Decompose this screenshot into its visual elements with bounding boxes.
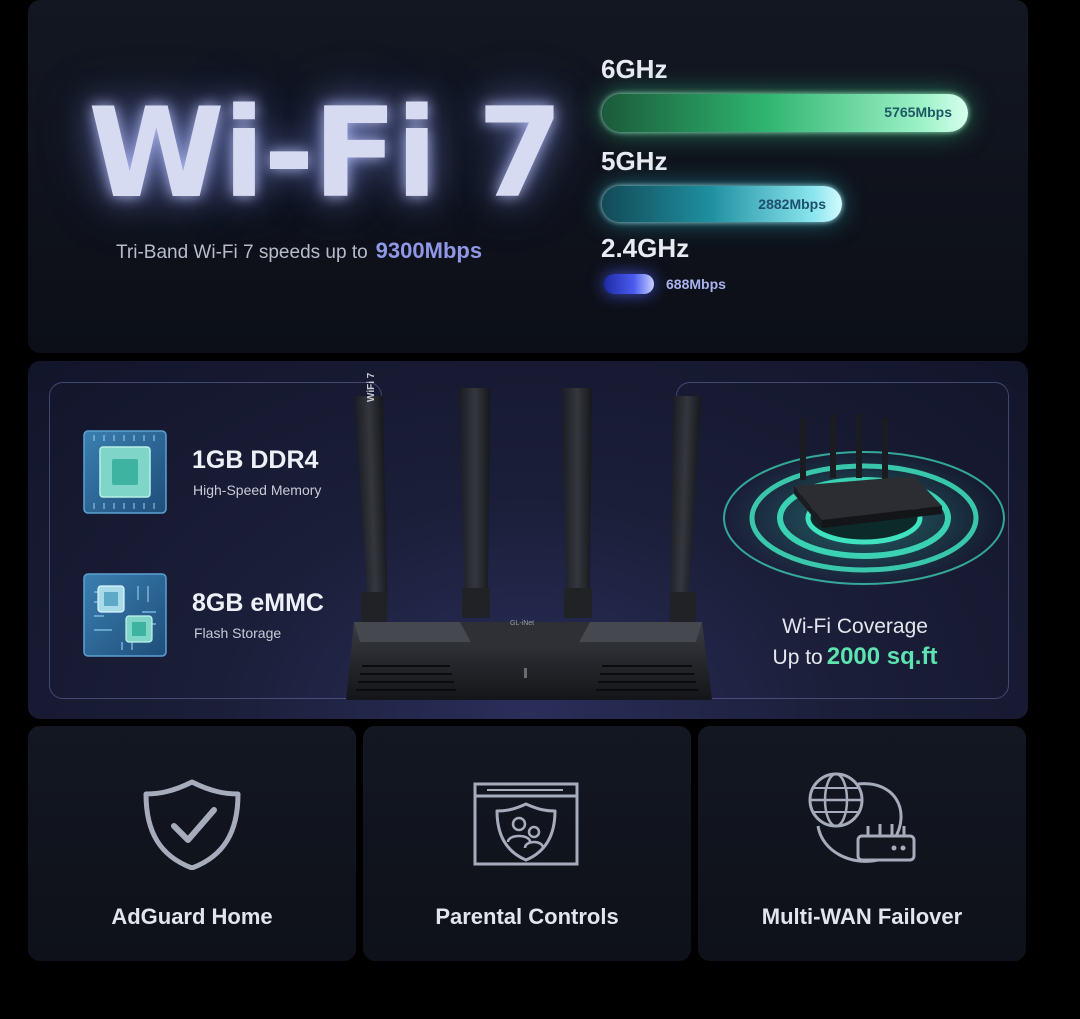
tagline-text: Tri-Band Wi-Fi 7 speeds up to (116, 242, 368, 263)
feature-card-multiwan: Multi-WAN Failover (698, 726, 1026, 961)
parental-shield-icon (473, 782, 579, 866)
speed-bar-24ghz (604, 274, 654, 294)
wifi7-title: Wi-Fi 7 (88, 82, 563, 226)
spec-subtitle-storage: Flash Storage (194, 625, 282, 641)
tagline-highlight: 9300Mbps (375, 238, 483, 263)
coverage-prefix: Up to (772, 646, 823, 669)
tagline: Tri-Band Wi-Fi 7 speeds up to 9300Mbps (116, 238, 482, 264)
speed-bar-5ghz: 2882Mbps (602, 186, 842, 222)
spec-title-storage: 8GB eMMC (192, 589, 324, 617)
coverage-line2: Up to 2000 sq.ft (700, 643, 1010, 671)
coverage-line1: Wi-Fi Coverage (782, 615, 928, 638)
speed-bar-6ghz: 5765Mbps (602, 94, 968, 132)
coverage-value: 2000 sq.ft (826, 643, 938, 670)
feature-card-parental: Parental Controls (363, 726, 691, 961)
speed-value-6ghz: 5765Mbps (884, 104, 952, 120)
shield-check-icon (143, 779, 241, 870)
feature-card-adguard: AdGuard Home (28, 726, 356, 961)
coverage-ripple (723, 414, 1005, 588)
memory-chip-icon (83, 430, 167, 514)
feature-label-parental: Parental Controls (435, 904, 619, 929)
antenna-badge: WiFi 7 (366, 372, 377, 402)
band-label-6ghz: 6GHz (601, 54, 668, 84)
band-label-24ghz: 2.4GHz (601, 233, 690, 263)
coverage-text: Wi-Fi Coverage Up to 2000 sq.ft (700, 615, 1010, 671)
speed-value-5ghz: 2882Mbps (758, 196, 826, 212)
storage-chip-icon (83, 573, 167, 657)
feature-label-adguard: AdGuard Home (111, 904, 273, 929)
router-front-badge: GL-iNet (510, 620, 535, 627)
feature-label-multiwan: Multi-WAN Failover (761, 904, 963, 929)
band-label-5ghz: 5GHz (601, 146, 668, 176)
spec-title-memory: 1GB DDR4 (192, 446, 319, 474)
speed-value-24ghz: 688Mbps (666, 276, 726, 292)
spec-subtitle-memory: High-Speed Memory (193, 482, 322, 498)
globe-router-icon (808, 772, 916, 863)
router-image (346, 388, 712, 700)
